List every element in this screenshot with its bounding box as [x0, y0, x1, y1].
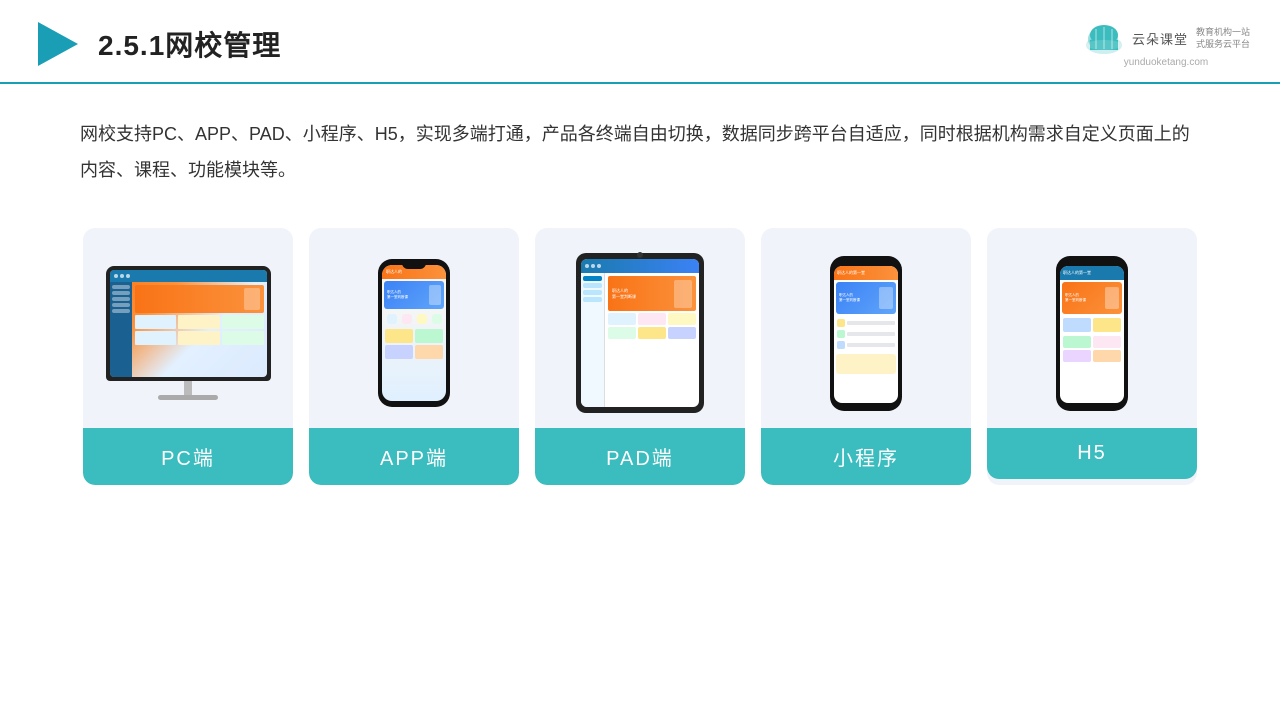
card-h5-image: 职达人的第一堂 职达人的第一堂判断课 [987, 228, 1197, 428]
card-pad-image: 职达人的第一堂判断课 [535, 228, 745, 428]
card-app-label: APP端 [309, 428, 519, 485]
cloud-logo-icon [1082, 21, 1126, 57]
play-icon [30, 18, 82, 70]
miniapp-phone-mockup: 职达人的第一堂 职达人的第一堂判断课 [830, 256, 902, 411]
description-content: 网校支持PC、APP、PAD、小程序、H5，实现多端打通，产品各终端自由切换，数… [80, 124, 1190, 180]
header-left: 2.5.1网校管理 [30, 18, 281, 70]
description-text: 网校支持PC、APP、PAD、小程序、H5，实现多端打通，产品各终端自由切换，数… [0, 84, 1280, 208]
card-pc-image [83, 228, 293, 428]
logo-cloud: 云朵课堂 教育机构一站 式服务云平台 [1082, 21, 1250, 57]
header: 2.5.1网校管理 云朵课堂 教育机构一站 式服务云平台 y [0, 0, 1280, 84]
card-pad-label: PAD端 [535, 428, 745, 485]
pc-monitor-mockup [106, 266, 271, 400]
page-title: 2.5.1网校管理 [98, 24, 281, 64]
logo-area: 云朵课堂 教育机构一站 式服务云平台 yunduoketang.com [1082, 21, 1250, 68]
card-miniapp-image: 职达人的第一堂 职达人的第一堂判断课 [761, 228, 971, 428]
cards-container: PC端 职达人的 职达人的第一堂判断课 [0, 208, 1280, 515]
logo-text: 云朵课堂 [1132, 29, 1188, 48]
card-pc: PC端 [83, 228, 293, 485]
logo-sub-line1: 教育机构一站 [1196, 27, 1250, 39]
tablet-mockup: 职达人的第一堂判断课 [576, 253, 704, 413]
card-h5-label: H5 [987, 428, 1197, 479]
h5-phone-mockup: 职达人的第一堂 职达人的第一堂判断课 [1056, 256, 1128, 411]
logo-sub-line2: 式服务云平台 [1196, 39, 1250, 51]
card-pc-label: PC端 [83, 428, 293, 485]
card-miniapp: 职达人的第一堂 职达人的第一堂判断课 [761, 228, 971, 485]
card-app: 职达人的 职达人的第一堂判断课 [309, 228, 519, 485]
phone-app-mockup: 职达人的 职达人的第一堂判断课 [378, 259, 450, 407]
logo-url: yunduoketang.com [1124, 57, 1209, 68]
card-miniapp-label: 小程序 [761, 428, 971, 485]
card-h5: 职达人的第一堂 职达人的第一堂判断课 [987, 228, 1197, 485]
card-app-image: 职达人的 职达人的第一堂判断课 [309, 228, 519, 428]
card-pad: 职达人的第一堂判断课 [535, 228, 745, 485]
